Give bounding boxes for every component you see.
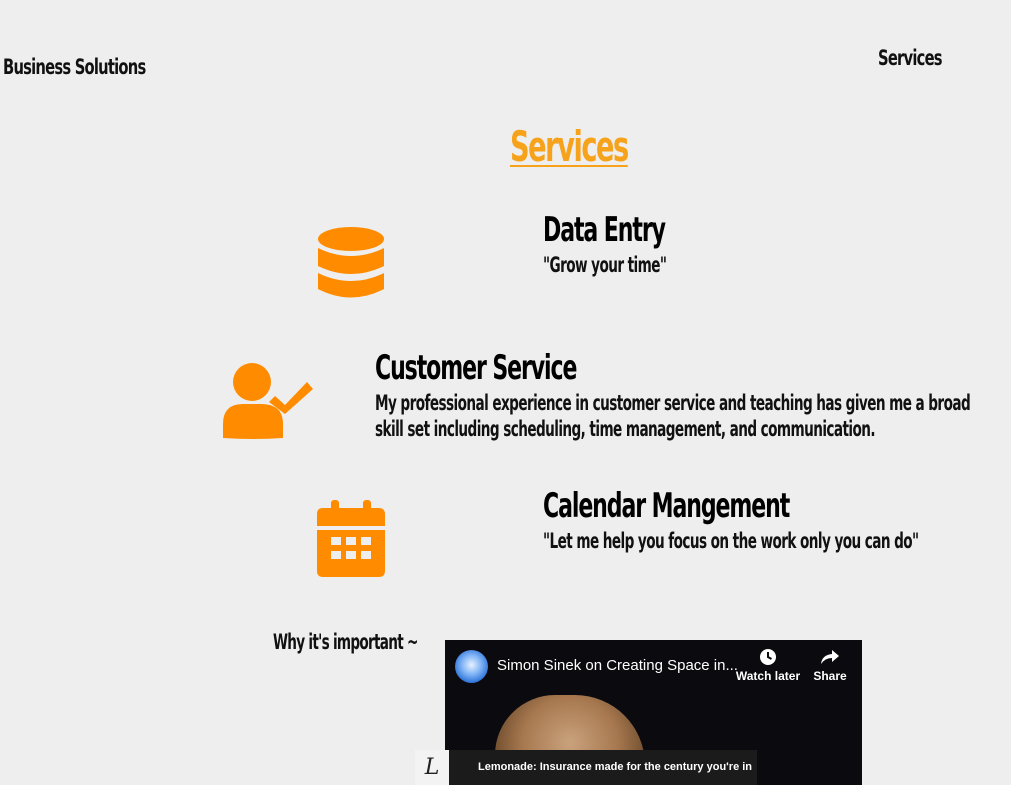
- watch-later-button[interactable]: Watch later: [733, 648, 803, 683]
- service-desc-data-entry: "Grow your time": [543, 253, 667, 277]
- page: Business Solutions Services Services Dat…: [0, 0, 1011, 785]
- service-title-data-entry: Data Entry: [543, 210, 666, 250]
- brand-name[interactable]: Business Solutions: [3, 55, 146, 79]
- user-check-icon: [219, 362, 315, 444]
- service-title-customer-service: Customer Service: [375, 348, 577, 388]
- service-title-calendar: Calendar Mangement: [543, 486, 790, 526]
- clock-icon: [760, 649, 776, 665]
- video-title[interactable]: Simon Sinek on Creating Space in...: [497, 657, 737, 674]
- service-desc-calendar: "Let me help you focus on the work only …: [543, 529, 919, 553]
- service-desc-customer-service: My professional experience in customer s…: [375, 391, 971, 441]
- share-label: Share: [813, 669, 847, 683]
- lemonade-logo: L: [415, 750, 449, 785]
- share-button[interactable]: Share: [795, 648, 862, 683]
- ad-text[interactable]: Lemonade: Insurance made for the century…: [478, 761, 752, 773]
- database-icon: [317, 226, 385, 306]
- section-title: Services: [510, 122, 629, 171]
- ad-banner[interactable]: L Lemonade: Insurance made for the centu…: [415, 750, 757, 785]
- channel-avatar[interactable]: [455, 650, 488, 683]
- why-important-label: Why it's important ~: [273, 630, 418, 654]
- watch-later-label: Watch later: [735, 669, 801, 683]
- share-icon: [821, 650, 839, 664]
- nav-link-services[interactable]: Services: [878, 46, 943, 70]
- calendar-icon: [317, 500, 385, 582]
